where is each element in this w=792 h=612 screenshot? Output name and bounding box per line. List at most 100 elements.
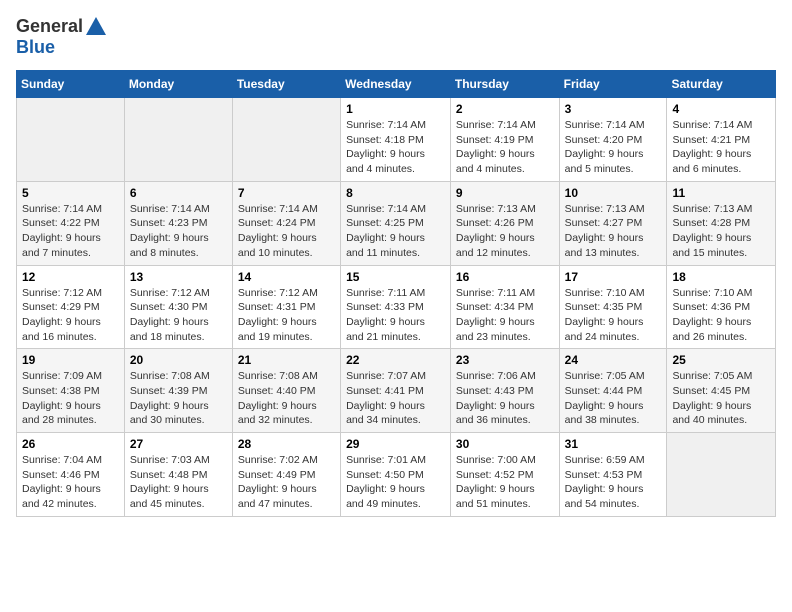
day-number: 23	[456, 353, 554, 367]
day-number: 13	[130, 270, 227, 284]
calendar-cell: 29 Sunrise: 7:01 AM Sunset: 4:50 PM Dayli…	[341, 433, 451, 517]
day-header-sunday: Sunday	[17, 71, 125, 98]
day-info: Sunrise: 7:11 AM Sunset: 4:33 PM Dayligh…	[346, 286, 445, 345]
day-header-row: SundayMondayTuesdayWednesdayThursdayFrid…	[17, 71, 776, 98]
day-info: Sunrise: 7:14 AM Sunset: 4:21 PM Dayligh…	[672, 118, 770, 177]
day-info: Sunrise: 7:12 AM Sunset: 4:29 PM Dayligh…	[22, 286, 119, 345]
day-number: 30	[456, 437, 554, 451]
day-number: 19	[22, 353, 119, 367]
day-number: 6	[130, 186, 227, 200]
calendar-cell: 12Sunrise: 7:12 AM Sunset: 4:29 PM Dayli…	[17, 265, 125, 349]
day-info: Sunrise: 7:05 AM Sunset: 4:44 PM Dayligh…	[565, 369, 662, 428]
calendar-cell: 18 Sunrise: 7:10 AM Sunset: 4:36 PM Dayli…	[667, 265, 776, 349]
day-number: 1	[346, 102, 445, 116]
day-number: 4	[672, 102, 770, 116]
calendar-cell: 1Sunrise: 7:14 AM Sunset: 4:18 PM Daylig…	[341, 98, 451, 182]
day-number: 17	[565, 270, 662, 284]
logo-general-text: General	[16, 16, 83, 37]
day-number: 18	[672, 270, 770, 284]
calendar-cell	[17, 98, 125, 182]
day-header-monday: Monday	[124, 71, 232, 98]
logo-triangle-icon	[86, 17, 106, 35]
page-header: General Blue	[16, 16, 776, 58]
calendar-cell: 26Sunrise: 7:04 AM Sunset: 4:46 PM Dayli…	[17, 433, 125, 517]
calendar-table: SundayMondayTuesdayWednesdayThursdayFrid…	[16, 70, 776, 517]
day-number: 15	[346, 270, 445, 284]
logo-blue-text: Blue	[16, 37, 55, 58]
calendar-cell: 10Sunrise: 7:13 AM Sunset: 4:27 PM Dayli…	[559, 181, 667, 265]
calendar-cell: 22Sunrise: 7:07 AM Sunset: 4:41 PM Dayli…	[341, 349, 451, 433]
calendar-cell	[667, 433, 776, 517]
day-info: Sunrise: 7:13 AM Sunset: 4:26 PM Dayligh…	[456, 202, 554, 261]
day-number: 24	[565, 353, 662, 367]
week-row-3: 12Sunrise: 7:12 AM Sunset: 4:29 PM Dayli…	[17, 265, 776, 349]
calendar-cell: 17 Sunrise: 7:10 AM Sunset: 4:35 PM Dayli…	[559, 265, 667, 349]
calendar-cell: 19 Sunrise: 7:09 AM Sunset: 4:38 PM Dayli…	[17, 349, 125, 433]
day-number: 28	[238, 437, 335, 451]
day-header-thursday: Thursday	[450, 71, 559, 98]
day-info: Sunrise: 7:02 AM Sunset: 4:49 PM Dayligh…	[238, 453, 335, 512]
calendar-cell: 25 Sunrise: 7:05 AM Sunset: 4:45 PM Dayli…	[667, 349, 776, 433]
day-number: 2	[456, 102, 554, 116]
day-number: 7	[238, 186, 335, 200]
day-info: Sunrise: 7:03 AM Sunset: 4:48 PM Dayligh…	[130, 453, 227, 512]
day-info: Sunrise: 6:59 AM Sunset: 4:53 PM Dayligh…	[565, 453, 662, 512]
day-info: Sunrise: 7:05 AM Sunset: 4:45 PM Dayligh…	[672, 369, 770, 428]
calendar-cell: 30Sunrise: 7:00 AM Sunset: 4:52 PM Dayli…	[450, 433, 559, 517]
day-info: Sunrise: 7:13 AM Sunset: 4:28 PM Dayligh…	[672, 202, 770, 261]
calendar-cell: 8 Sunrise: 7:14 AM Sunset: 4:25 PM Daylig…	[341, 181, 451, 265]
calendar-cell: 9Sunrise: 7:13 AM Sunset: 4:26 PM Daylig…	[450, 181, 559, 265]
day-info: Sunrise: 7:14 AM Sunset: 4:24 PM Dayligh…	[238, 202, 335, 261]
day-info: Sunrise: 7:13 AM Sunset: 4:27 PM Dayligh…	[565, 202, 662, 261]
day-number: 3	[565, 102, 662, 116]
calendar-cell: 16Sunrise: 7:11 AM Sunset: 4:34 PM Dayli…	[450, 265, 559, 349]
day-info: Sunrise: 7:10 AM Sunset: 4:35 PM Dayligh…	[565, 286, 662, 345]
calendar-cell: 11 Sunrise: 7:13 AM Sunset: 4:28 PM Dayli…	[667, 181, 776, 265]
calendar-cell	[124, 98, 232, 182]
day-info: Sunrise: 7:14 AM Sunset: 4:25 PM Dayligh…	[346, 202, 445, 261]
calendar-cell: 14Sunrise: 7:12 AM Sunset: 4:31 PM Dayli…	[232, 265, 340, 349]
day-number: 26	[22, 437, 119, 451]
day-info: Sunrise: 7:01 AM Sunset: 4:50 PM Dayligh…	[346, 453, 445, 512]
day-header-tuesday: Tuesday	[232, 71, 340, 98]
calendar-cell: 3 Sunrise: 7:14 AM Sunset: 4:20 PM Daylig…	[559, 98, 667, 182]
calendar-cell: 27 Sunrise: 7:03 AM Sunset: 4:48 PM Dayli…	[124, 433, 232, 517]
calendar-cell: 5 Sunrise: 7:14 AM Sunset: 4:22 PM Daylig…	[17, 181, 125, 265]
calendar-cell: 13 Sunrise: 7:12 AM Sunset: 4:30 PM Dayli…	[124, 265, 232, 349]
day-info: Sunrise: 7:14 AM Sunset: 4:20 PM Dayligh…	[565, 118, 662, 177]
week-row-2: 5 Sunrise: 7:14 AM Sunset: 4:22 PM Daylig…	[17, 181, 776, 265]
day-number: 22	[346, 353, 445, 367]
week-row-4: 19 Sunrise: 7:09 AM Sunset: 4:38 PM Dayli…	[17, 349, 776, 433]
calendar-cell: 21Sunrise: 7:08 AM Sunset: 4:40 PM Dayli…	[232, 349, 340, 433]
day-info: Sunrise: 7:14 AM Sunset: 4:23 PM Dayligh…	[130, 202, 227, 261]
calendar-cell: 24 Sunrise: 7:05 AM Sunset: 4:44 PM Dayli…	[559, 349, 667, 433]
calendar-cell: 28 Sunrise: 7:02 AM Sunset: 4:49 PM Dayli…	[232, 433, 340, 517]
calendar-cell: 4 Sunrise: 7:14 AM Sunset: 4:21 PM Daylig…	[667, 98, 776, 182]
day-number: 20	[130, 353, 227, 367]
day-number: 5	[22, 186, 119, 200]
day-number: 8	[346, 186, 445, 200]
day-info: Sunrise: 7:08 AM Sunset: 4:39 PM Dayligh…	[130, 369, 227, 428]
day-info: Sunrise: 7:12 AM Sunset: 4:31 PM Dayligh…	[238, 286, 335, 345]
day-number: 27	[130, 437, 227, 451]
day-number: 11	[672, 186, 770, 200]
day-info: Sunrise: 7:12 AM Sunset: 4:30 PM Dayligh…	[130, 286, 227, 345]
calendar-cell: 23Sunrise: 7:06 AM Sunset: 4:43 PM Dayli…	[450, 349, 559, 433]
day-info: Sunrise: 7:09 AM Sunset: 4:38 PM Dayligh…	[22, 369, 119, 428]
day-header-friday: Friday	[559, 71, 667, 98]
day-info: Sunrise: 7:11 AM Sunset: 4:34 PM Dayligh…	[456, 286, 554, 345]
day-info: Sunrise: 7:10 AM Sunset: 4:36 PM Dayligh…	[672, 286, 770, 345]
calendar-cell: 7 Sunrise: 7:14 AM Sunset: 4:24 PM Daylig…	[232, 181, 340, 265]
calendar-cell: 6 Sunrise: 7:14 AM Sunset: 4:23 PM Daylig…	[124, 181, 232, 265]
day-number: 21	[238, 353, 335, 367]
day-number: 29	[346, 437, 445, 451]
day-info: Sunrise: 7:14 AM Sunset: 4:19 PM Dayligh…	[456, 118, 554, 177]
calendar-cell: 31Sunrise: 6:59 AM Sunset: 4:53 PM Dayli…	[559, 433, 667, 517]
day-header-saturday: Saturday	[667, 71, 776, 98]
day-info: Sunrise: 7:14 AM Sunset: 4:22 PM Dayligh…	[22, 202, 119, 261]
logo: General Blue	[16, 16, 106, 58]
day-header-wednesday: Wednesday	[341, 71, 451, 98]
day-number: 25	[672, 353, 770, 367]
week-row-5: 26Sunrise: 7:04 AM Sunset: 4:46 PM Dayli…	[17, 433, 776, 517]
calendar-cell: 20 Sunrise: 7:08 AM Sunset: 4:39 PM Dayli…	[124, 349, 232, 433]
